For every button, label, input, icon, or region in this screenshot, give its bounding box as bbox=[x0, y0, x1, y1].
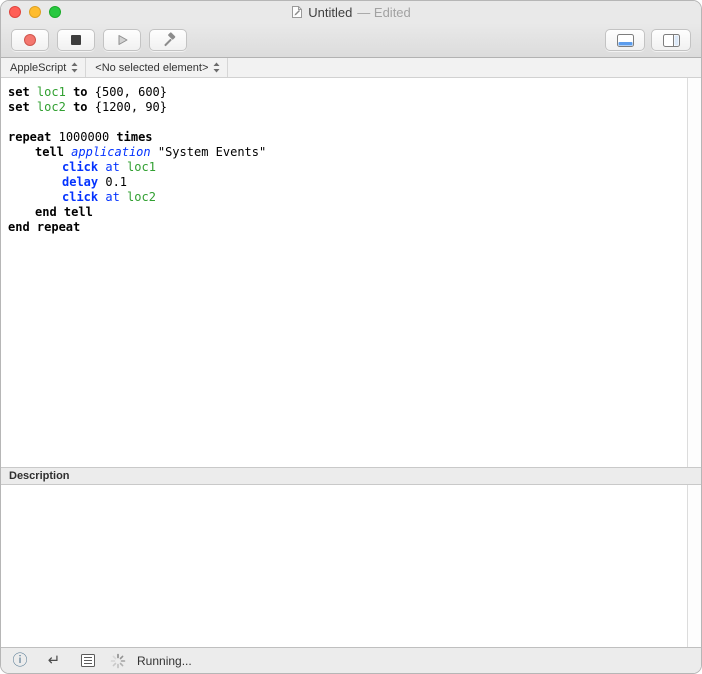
code-line: set loc2 to {1200, 90} bbox=[8, 100, 167, 114]
code-line: end tell bbox=[35, 205, 93, 219]
window-controls bbox=[9, 1, 61, 23]
code-text: set loc1 to {500, 600} set loc2 to {1200,… bbox=[1, 78, 701, 235]
description-header-label: Description bbox=[9, 470, 70, 482]
return-arrow-icon: ↵ bbox=[47, 651, 61, 669]
code-line: end repeat bbox=[8, 220, 81, 234]
language-popup-label: AppleScript bbox=[10, 61, 67, 74]
code-line: repeat 1000000 times bbox=[8, 130, 153, 144]
zoom-button[interactable] bbox=[49, 6, 61, 18]
busy-spinner-icon bbox=[109, 652, 127, 670]
close-button[interactable] bbox=[9, 6, 21, 18]
side-pane-toggle-button[interactable] bbox=[651, 29, 691, 51]
document-proxy-icon bbox=[292, 6, 303, 18]
bottom-pane-toggle-button[interactable] bbox=[605, 29, 645, 51]
description-scrollbar[interactable] bbox=[687, 485, 701, 647]
code-line: delay 0.1 bbox=[62, 175, 128, 189]
event-log-button[interactable]: ↵ bbox=[45, 652, 63, 670]
toolbar bbox=[1, 23, 701, 58]
code-editor[interactable]: set loc1 to {500, 600} set loc2 to {1200,… bbox=[1, 78, 701, 467]
stop-button[interactable] bbox=[57, 29, 95, 51]
chevron-up-down-icon bbox=[213, 62, 220, 73]
edited-label: — Edited bbox=[357, 4, 411, 20]
navigation-bar: AppleScript <No selected element> bbox=[1, 58, 701, 78]
element-popup-label: <No selected element> bbox=[95, 61, 209, 74]
title-text: Untitled bbox=[308, 4, 353, 20]
titlebar: Untitled — Edited bbox=[1, 1, 701, 23]
code-line: click at loc1 bbox=[62, 160, 156, 174]
code-line: set loc1 to {500, 600} bbox=[8, 85, 167, 99]
info-button[interactable]: ⓘ bbox=[11, 652, 29, 670]
stop-icon bbox=[71, 35, 81, 45]
panel-right-icon bbox=[662, 33, 680, 47]
chevron-up-down-icon bbox=[71, 62, 78, 73]
compile-button[interactable] bbox=[149, 29, 187, 51]
hammer-icon bbox=[164, 32, 176, 47]
record-icon bbox=[24, 34, 36, 46]
status-bar: ⓘ ↵ Running... bbox=[1, 647, 701, 673]
description-panel[interactable] bbox=[1, 485, 701, 647]
description-view-button[interactable] bbox=[79, 652, 97, 670]
record-button[interactable] bbox=[11, 29, 49, 51]
editor-scrollbar[interactable] bbox=[687, 78, 701, 467]
document-lines-icon bbox=[81, 654, 95, 667]
minimize-button[interactable] bbox=[29, 6, 41, 18]
window-title: Untitled — Edited bbox=[291, 5, 411, 20]
status-text: Running... bbox=[137, 653, 192, 668]
panel-bottom-icon bbox=[616, 33, 634, 47]
play-icon bbox=[118, 35, 128, 45]
script-editor-window: Untitled — Edited AppleScript <No select… bbox=[0, 0, 702, 674]
pane-toggles bbox=[605, 29, 691, 51]
run-button[interactable] bbox=[103, 29, 141, 51]
code-line: click at loc2 bbox=[62, 190, 156, 204]
element-popup[interactable]: <No selected element> bbox=[86, 58, 229, 77]
description-header: Description bbox=[1, 467, 701, 485]
language-popup[interactable]: AppleScript bbox=[1, 58, 87, 77]
info-circle-icon: ⓘ bbox=[12, 651, 28, 669]
code-line: tell application "System Events" bbox=[35, 145, 267, 159]
